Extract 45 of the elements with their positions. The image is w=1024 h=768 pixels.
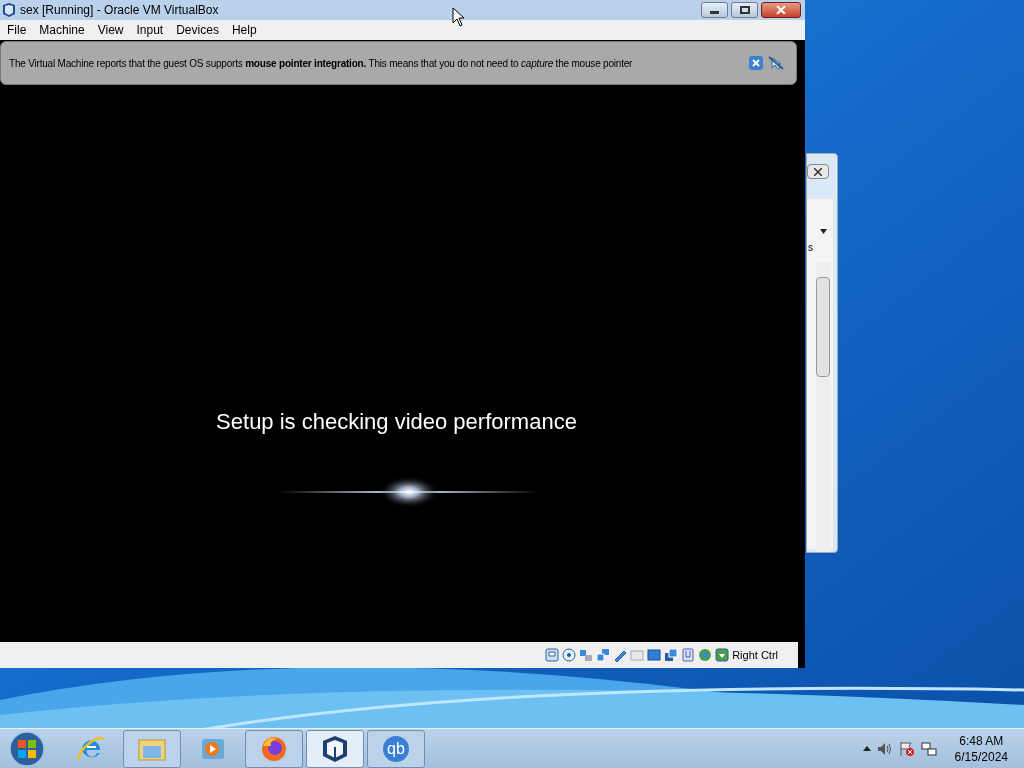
close-button[interactable] bbox=[761, 2, 801, 18]
network-icon[interactable] bbox=[596, 648, 611, 662]
maximize-button[interactable] bbox=[731, 2, 758, 18]
flag-error-icon[interactable] bbox=[898, 740, 915, 757]
close-button[interactable] bbox=[807, 164, 829, 179]
label-text: s bbox=[808, 243, 813, 253]
menu-item[interactable]: Machine bbox=[33, 21, 91, 39]
app-icon bbox=[1, 2, 17, 18]
scrollbar[interactable] bbox=[816, 262, 830, 552]
chip-icon[interactable] bbox=[681, 648, 696, 662]
show-hidden-icons-icon[interactable] bbox=[862, 746, 871, 751]
network-icon[interactable] bbox=[920, 740, 937, 757]
clock-date[interactable]: 6/15/2024 bbox=[954, 748, 1008, 765]
mouse-cursor-icon bbox=[452, 7, 465, 27]
close-icon bbox=[814, 167, 822, 176]
notification-text: The Virtual Machine reports that the guest OS supports mouse pointer integration. This means that you do not need to capture the mouse pointer bbox=[9, 56, 633, 71]
display-icon[interactable] bbox=[647, 648, 662, 662]
usb-icon[interactable] bbox=[613, 648, 628, 662]
host-key-label: Right Ctrl bbox=[732, 647, 778, 663]
taskbar-button[interactable]: qb bbox=[367, 729, 425, 768]
minimize-button[interactable] bbox=[701, 2, 728, 18]
dropdown-arrow-icon[interactable] bbox=[820, 229, 827, 234]
start-button[interactable] bbox=[8, 729, 46, 768]
minimize-icon bbox=[710, 11, 719, 14]
windows-icon[interactable] bbox=[664, 648, 679, 662]
scroll-thumb[interactable] bbox=[816, 277, 830, 377]
taskbar-button[interactable] bbox=[306, 729, 364, 768]
mouse-crossed-icon[interactable] bbox=[768, 56, 784, 70]
clock-time[interactable]: 6:48 AM bbox=[959, 732, 1004, 749]
window-title: sex [Running] - Oracle VM VirtualBox bbox=[20, 2, 219, 19]
optical-disc-icon[interactable] bbox=[562, 648, 577, 662]
menu-item[interactable]: Help bbox=[225, 21, 263, 39]
speaker-icon[interactable] bbox=[876, 741, 893, 756]
recording-icon[interactable] bbox=[698, 648, 713, 662]
app-icon-text: qb bbox=[387, 738, 405, 759]
floppy-icon[interactable] bbox=[545, 648, 560, 662]
close-icon[interactable] bbox=[749, 56, 763, 70]
menu-item[interactable]: Input bbox=[130, 21, 170, 39]
setup-message: Setup is checking video performance bbox=[216, 408, 577, 436]
restore-icon bbox=[739, 6, 750, 14]
close-icon bbox=[776, 6, 786, 14]
menu-item[interactable]: Devices bbox=[170, 21, 225, 39]
audio-icon[interactable] bbox=[579, 648, 594, 662]
menu-item[interactable]: View bbox=[91, 21, 130, 39]
menu-item[interactable]: File bbox=[1, 21, 33, 39]
